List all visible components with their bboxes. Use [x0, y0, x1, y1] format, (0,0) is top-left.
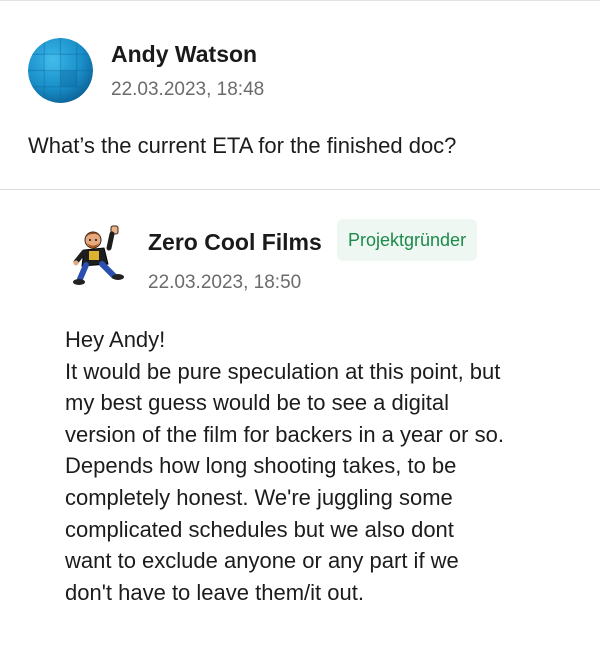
author-name[interactable]: Zero Cool Films: [148, 229, 322, 256]
cartoon-character-avatar-icon[interactable]: [72, 224, 128, 290]
comment-line: complicated schedules but we also dont: [65, 516, 454, 542]
comment-line: don't have to leave them/it out.: [65, 579, 364, 605]
comment-line: version of the film for backers in a yea…: [65, 421, 504, 447]
comment-line: Hey Andy!: [65, 327, 166, 352]
comment-line: completely honest. We're juggling some: [65, 484, 453, 510]
comment-timestamp: 22.03.2023, 18:48: [111, 79, 265, 100]
comment-timestamp: 22.03.2023, 18:50: [148, 272, 302, 293]
comment-body: What’s the current ETA for the finished …: [28, 133, 457, 158]
comment-line: Depends how long shooting takes, to be: [65, 453, 457, 479]
comment-andy-watson: Andy Watson 22.03.2023, 18:48 What’s the…: [0, 0, 600, 190]
comment-body: Hey Andy! It would be pure speculation a…: [65, 324, 585, 608]
comment-zero-cool-films: Zero Cool Films Projektgründer 22.03.202…: [0, 191, 600, 649]
author-name[interactable]: Andy Watson: [111, 41, 257, 68]
comment-line: my best guess would be to see a digital: [65, 390, 450, 416]
blue-globe-avatar-icon[interactable]: [28, 38, 93, 103]
comment-line: want to exclude anyone or any part if we: [65, 548, 459, 574]
comment-line: It would be pure speculation at this poi…: [65, 358, 501, 384]
project-founder-badge: Projektgründer: [337, 219, 478, 261]
